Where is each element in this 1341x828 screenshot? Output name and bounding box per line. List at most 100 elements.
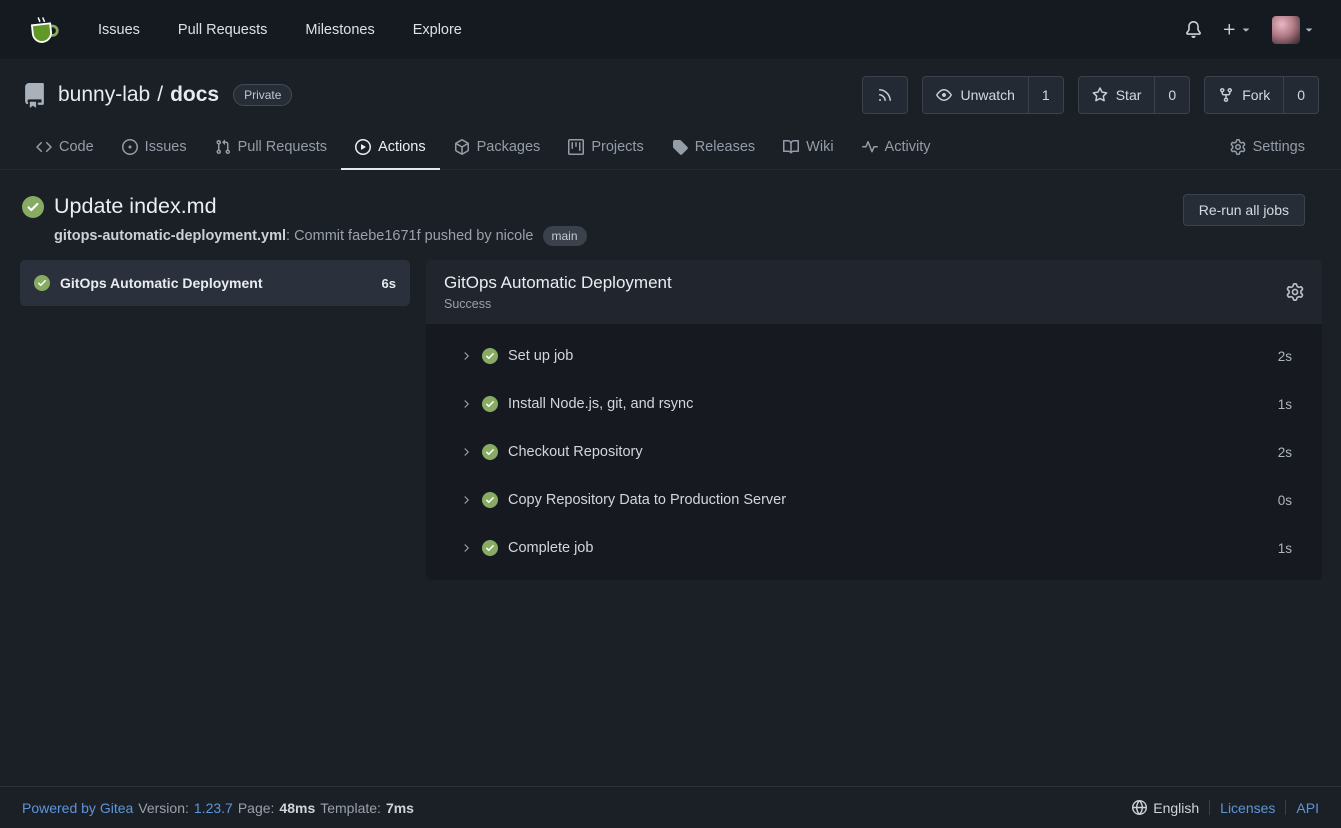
- tab-settings[interactable]: Settings: [1216, 125, 1319, 169]
- fork-button[interactable]: Fork: [1205, 77, 1283, 113]
- tab-spacer: [944, 125, 1215, 169]
- step-duration: 1s: [1278, 541, 1292, 556]
- success-check-icon: [482, 540, 498, 556]
- page-time-value: 48ms: [279, 800, 315, 816]
- job-list-item[interactable]: GitOps Automatic Deployment 6s: [20, 260, 410, 306]
- star-label: Star: [1116, 87, 1142, 103]
- nav-links: Issues Pull Requests Milestones Explore: [98, 22, 462, 38]
- repo-title-row: bunny-lab / docs Private Unwatch 1: [22, 75, 1319, 115]
- watchers-count[interactable]: 1: [1028, 77, 1063, 113]
- tab-activity[interactable]: Activity: [848, 125, 945, 169]
- pulse-icon: [862, 139, 878, 155]
- log-settings-button[interactable]: [1286, 283, 1304, 301]
- template-time-value: 7ms: [386, 800, 414, 816]
- run-subtitle: gitops-automatic-deployment.yml : Commit…: [22, 226, 587, 246]
- avatar: [1272, 16, 1300, 44]
- tab-label: Actions: [378, 139, 426, 155]
- tab-label: Issues: [145, 139, 187, 155]
- rss-button[interactable]: [863, 77, 907, 113]
- success-check-icon: [34, 275, 50, 291]
- code-icon: [36, 139, 52, 155]
- notifications-button[interactable]: [1185, 21, 1202, 38]
- job-step-row[interactable]: Checkout Repository 2s: [426, 428, 1322, 476]
- job-steps-list: Set up job 2s Install Node.js, git, and …: [426, 324, 1322, 580]
- step-duration: 2s: [1278, 445, 1292, 460]
- tab-projects[interactable]: Projects: [554, 125, 657, 169]
- gitea-logo[interactable]: [26, 13, 60, 47]
- git-pull-request-icon: [215, 139, 231, 155]
- version-label: Version:: [138, 800, 189, 816]
- repo-tabs: Code Issues Pull Requests Actions Packag…: [0, 125, 1341, 170]
- tab-releases[interactable]: Releases: [658, 125, 769, 169]
- gitea-actions-page: Issues Pull Requests Milestones Explore: [0, 0, 1341, 828]
- chevron-right-icon: [460, 542, 472, 554]
- plus-icon: [1222, 22, 1237, 37]
- branch-badge[interactable]: main: [543, 226, 587, 246]
- nav-link[interactable]: Explore: [413, 22, 462, 38]
- tab-wiki[interactable]: Wiki: [769, 125, 847, 169]
- step-duration: 1s: [1278, 397, 1292, 412]
- step-duration: 2s: [1278, 349, 1292, 364]
- repo-name-link[interactable]: docs: [170, 83, 219, 107]
- gitea-cup-icon: [27, 14, 59, 46]
- book-icon: [783, 139, 799, 155]
- tab-label: Pull Requests: [238, 139, 327, 155]
- tab-actions[interactable]: Actions: [341, 125, 440, 169]
- tag-icon: [672, 139, 688, 155]
- template-time-label: Template:: [320, 800, 381, 816]
- project-icon: [568, 139, 584, 155]
- footer-divider: [1209, 800, 1210, 815]
- repo-icon: [22, 83, 47, 108]
- nav-link[interactable]: Milestones: [305, 22, 374, 38]
- job-step-row[interactable]: Copy Repository Data to Production Serve…: [426, 476, 1322, 524]
- gear-icon: [1286, 283, 1304, 301]
- chevron-right-icon: [460, 398, 472, 410]
- licenses-link[interactable]: Licenses: [1220, 800, 1275, 816]
- bell-icon: [1185, 21, 1202, 38]
- chevron-right-icon: [460, 350, 472, 362]
- star-icon: [1092, 87, 1108, 103]
- fork-button-group: Fork 0: [1204, 76, 1319, 114]
- watch-button-group: Unwatch 1: [922, 76, 1063, 114]
- create-new-button[interactable]: [1222, 22, 1252, 37]
- powered-by-gitea-link[interactable]: Powered by Gitea: [22, 800, 133, 816]
- job-step-row[interactable]: Set up job 2s: [426, 332, 1322, 380]
- page-time-label: Page:: [238, 800, 275, 816]
- commit-info: : Commit faebe1671f pushed by nicole: [286, 228, 533, 244]
- forks-count[interactable]: 0: [1283, 77, 1318, 113]
- api-link[interactable]: API: [1296, 800, 1319, 816]
- version-link[interactable]: 1.23.7: [194, 800, 233, 816]
- job-name: GitOps Automatic Deployment: [60, 275, 372, 291]
- repo-owner-link[interactable]: bunny-lab: [58, 83, 150, 107]
- language-selector[interactable]: English: [1132, 800, 1199, 816]
- job-step-row[interactable]: Install Node.js, git, and rsync 1s: [426, 380, 1322, 428]
- job-sidebar: GitOps Automatic Deployment 6s: [20, 260, 410, 306]
- job-status: Success: [444, 297, 672, 311]
- footer-right: English Licenses API: [1132, 800, 1319, 816]
- tab-issues[interactable]: Issues: [108, 125, 201, 169]
- user-menu-button[interactable]: [1272, 16, 1315, 44]
- nav-link[interactable]: Pull Requests: [178, 22, 267, 38]
- job-detail-title: GitOps Automatic Deployment: [444, 273, 672, 293]
- tab-pull-requests[interactable]: Pull Requests: [201, 125, 341, 169]
- stars-count[interactable]: 0: [1154, 77, 1189, 113]
- tab-code[interactable]: Code: [22, 125, 108, 169]
- unwatch-button[interactable]: Unwatch: [923, 77, 1027, 113]
- chevron-right-icon: [460, 494, 472, 506]
- success-check-icon: [22, 196, 44, 218]
- star-button[interactable]: Star: [1079, 77, 1155, 113]
- package-icon: [454, 139, 470, 155]
- nav-link[interactable]: Issues: [98, 22, 140, 38]
- step-name: Complete job: [508, 540, 593, 556]
- tab-label: Activity: [885, 139, 931, 155]
- tab-label: Wiki: [806, 139, 833, 155]
- rss-icon: [877, 87, 893, 103]
- tab-packages[interactable]: Packages: [440, 125, 555, 169]
- rss-button-group: [862, 76, 908, 114]
- nav-right: [1185, 16, 1315, 44]
- run-header-left: Update index.md gitops-automatic-deploym…: [22, 194, 587, 246]
- repo-name: bunny-lab / docs: [58, 83, 219, 107]
- run-title: Update index.md: [54, 194, 217, 219]
- job-step-row[interactable]: Complete job 1s: [426, 524, 1322, 572]
- rerun-all-jobs-button[interactable]: Re-run all jobs: [1183, 194, 1305, 226]
